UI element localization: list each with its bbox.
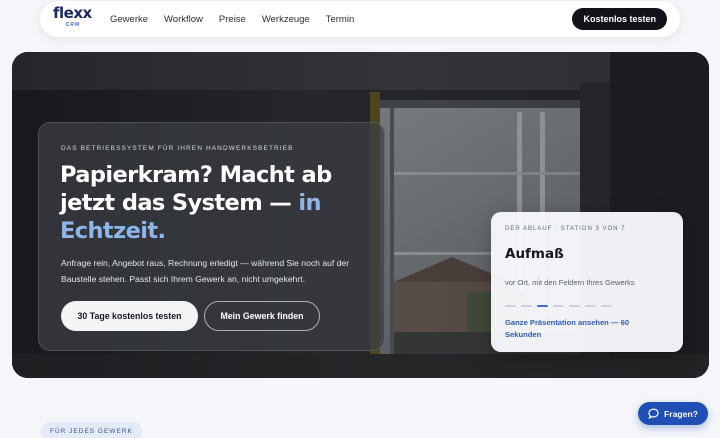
hero-description: Anfrage rein, Angebot raus, Rechnung erl… [61,258,350,284]
hero-text-card: DAS BETRIEBSSYSTEM FÜR IHREN HANDWERKSBE… [38,122,385,351]
progress-segment [585,305,596,307]
nav-link-workflow[interactable]: Workflow [164,14,203,25]
chat-label: Fragen? [664,408,698,419]
station-eyebrow: DER ABLAUF · STATION 3 VON 7 [505,226,626,232]
station-description: vor Ort, mit den Feldern Ihres Gewerks [505,278,635,287]
hero-eyebrow: DAS BETRIEBSSYSTEM FÜR IHREN HANDWERKSBE… [61,145,294,152]
chat-button[interactable]: Fragen? [638,402,708,425]
progress-segment [569,305,580,307]
progress-segment [521,305,532,307]
start-trial-button[interactable]: 30 Tage kostenlos testen [61,301,198,331]
progress-segment [553,305,564,307]
progress-segment [505,305,516,307]
find-trade-button[interactable]: Mein Gewerk finden [204,301,320,331]
progress-segment [537,305,548,307]
nav-cta-button[interactable]: Kostenlos testen [572,8,667,30]
nav-link-werkzeuge[interactable]: Werkzeuge [262,14,310,25]
full-presentation-link[interactable]: Ganze Präsentation ansehen — 60 Sekunden [505,317,655,341]
headline-main: Papierkram? Macht ab jetzt das System — [60,162,332,216]
section-tag: FÜR JEDES GEWERK [41,422,142,438]
progress-segment [601,305,612,307]
nav-link-preise[interactable]: Preise [219,14,246,25]
logo-wordmark: flexx [53,4,92,22]
chat-bubble-icon [648,408,659,419]
nav-link-gewerke[interactable]: Gewerke [110,14,148,25]
top-navbar: flexx CRM Gewerke Workflow Preise Werkze… [40,1,680,37]
workflow-station-card: DER ABLAUF · STATION 3 VON 7 Aufmaß vor … [491,212,683,352]
hero-section: DAS BETRIEBSSYSTEM FÜR IHREN HANDWERKSBE… [12,52,709,378]
hero-headline: Papierkram? Macht ab jetzt das System — … [60,161,360,245]
logo-subtext: CRM [65,22,81,28]
flexx-crm-logo[interactable]: flexx CRM [53,6,97,32]
station-title: Aufmaß [505,246,564,262]
nav-link-termin[interactable]: Termin [326,14,355,25]
nav-links: Gewerke Workflow Preise Werkzeuge Termin [110,1,370,37]
station-progress [505,305,617,307]
